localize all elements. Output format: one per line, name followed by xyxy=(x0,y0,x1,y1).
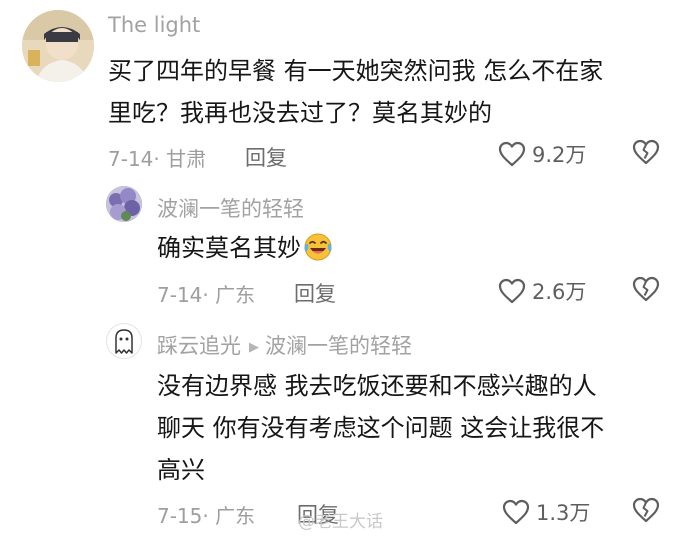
reply-button[interactable]: 回复 xyxy=(245,142,287,172)
reply-to-username[interactable]: 波澜一笔的轻轻 xyxy=(265,334,412,358)
reply-button[interactable]: 回复 xyxy=(294,278,336,308)
comment-meta: 7-14· 广东 xyxy=(157,279,255,308)
meta-separator: · xyxy=(202,283,216,307)
comment-location: 广东 xyxy=(215,504,256,528)
username[interactable]: 踩云追光 xyxy=(157,334,241,358)
dislike-button[interactable] xyxy=(632,276,660,306)
heart-outline-icon xyxy=(498,141,526,167)
comment-text-line: 没有边界感 我去吃饭还要和不感兴趣的人 xyxy=(157,372,597,400)
username[interactable]: The light xyxy=(108,13,200,37)
laughing-crying-emoji xyxy=(303,232,333,275)
comment-location: 广东 xyxy=(215,283,256,307)
like-count: 1.3万 xyxy=(536,501,591,525)
comment-date: 7-15 xyxy=(157,504,203,528)
reply-header: 踩云追光 ▶ 波澜一笔的轻轻 xyxy=(157,330,412,360)
heart-outline-icon xyxy=(498,278,526,304)
comment-text-line: 确实莫名其妙 xyxy=(157,234,301,262)
like-button[interactable]: 2.6万 xyxy=(498,276,586,306)
comment-text-line: 买了四年的早餐 有一天她突然问我 怎么不在家 xyxy=(108,57,604,85)
comment-date: 7-14 xyxy=(108,147,154,171)
comment-text-line: 里吃？我再也没去过了？莫名其妙的 xyxy=(108,99,492,127)
like-count: 9.2万 xyxy=(532,143,587,167)
heart-outline-icon xyxy=(502,499,530,525)
comment-text-line: 聊天 你有没有考虑这个问题 这会让我很不 xyxy=(157,414,605,442)
meta-separator: · xyxy=(202,504,216,528)
avatar[interactable] xyxy=(106,323,142,359)
comment-date: 7-14 xyxy=(157,283,203,307)
comment-text-line: 高兴 xyxy=(157,456,205,484)
avatar-image xyxy=(22,10,94,82)
avatar[interactable] xyxy=(22,10,94,82)
like-button[interactable]: 1.3万 xyxy=(502,497,590,527)
ghost-avatar-icon xyxy=(115,329,133,354)
comment-text: 确实莫名其妙 xyxy=(157,227,333,275)
like-count: 2.6万 xyxy=(532,280,587,304)
comment-text: 买了四年的早餐 有一天她突然问我 怎么不在家 里吃？我再也没去过了？莫名其妙的 xyxy=(108,50,603,134)
avatar[interactable] xyxy=(106,186,142,222)
broken-heart-icon xyxy=(632,139,660,165)
comment-meta: 7-14· 甘肃 xyxy=(108,143,206,172)
broken-heart-icon xyxy=(632,497,660,523)
dislike-button[interactable] xyxy=(632,497,660,527)
triangle-right-icon: ▶ xyxy=(249,340,259,355)
meta-separator: · xyxy=(153,147,167,171)
avatar-image xyxy=(106,186,142,222)
comment-text: 没有边界感 我去吃饭还要和不感兴趣的人 聊天 你有没有考虑这个问题 这会让我很不… xyxy=(157,365,604,491)
broken-heart-icon xyxy=(632,276,660,302)
dislike-button[interactable] xyxy=(632,139,660,169)
comment-meta: 7-15· 广东 xyxy=(157,500,255,529)
comment-location: 甘肃 xyxy=(166,147,207,171)
username[interactable]: 波澜一笔的轻轻 xyxy=(157,193,304,223)
watermark: @老王大话 xyxy=(298,512,383,532)
like-button[interactable]: 9.2万 xyxy=(498,139,586,169)
laughing-crying-icon xyxy=(304,233,332,261)
